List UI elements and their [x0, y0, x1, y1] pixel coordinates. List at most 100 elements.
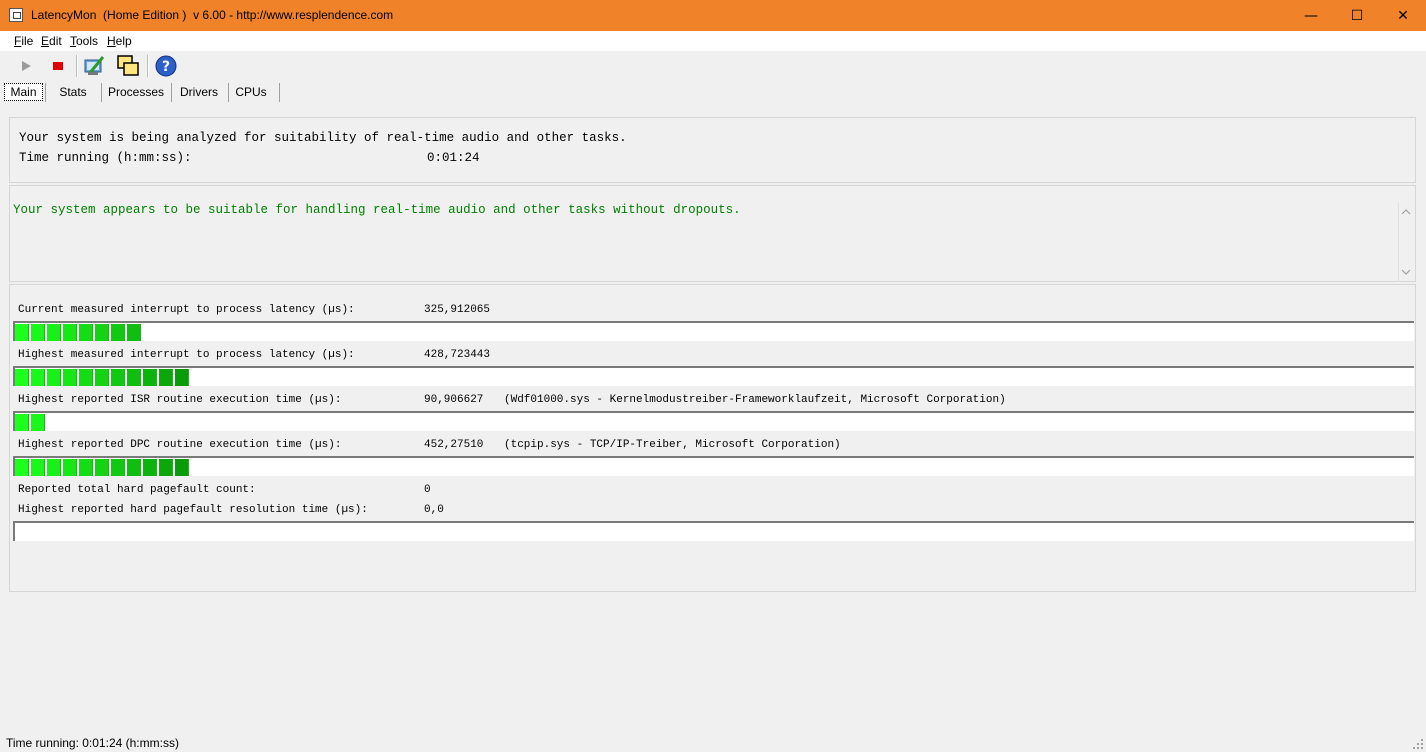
pagefault-count-label: Reported total hard pagefault count:: [18, 484, 256, 496]
scroll-up-icon: [1401, 209, 1411, 215]
level-segment: [127, 324, 141, 341]
help-icon: ?: [155, 55, 177, 77]
analyzing-text: Your system is being analyzed for suitab…: [19, 131, 627, 145]
level-segment: [143, 459, 157, 476]
level-segment: [159, 369, 173, 386]
maximize-button[interactable]: ☐: [1334, 0, 1380, 31]
level-segment: [159, 459, 173, 476]
level-segment: [111, 324, 125, 341]
metric-value: 452,27510: [424, 439, 484, 451]
metric-label: Current measured interrupt to process la…: [18, 304, 355, 316]
tab-drivers-label: Drivers: [180, 85, 218, 99]
tab-main[interactable]: Main: [4, 83, 43, 101]
level-segment: [63, 459, 77, 476]
level-segment: [31, 414, 45, 431]
level-segment: [31, 459, 45, 476]
level-segment: [79, 369, 93, 386]
tab-drivers[interactable]: Drivers: [176, 83, 222, 101]
level-segment: [79, 324, 93, 341]
metric-label: Highest measured interrupt to process la…: [18, 349, 355, 361]
level-segment: [15, 369, 29, 386]
metric-value: 428,723443: [424, 349, 491, 361]
tab-stats[interactable]: Stats: [52, 83, 94, 101]
svg-text:?: ?: [162, 59, 170, 75]
latency-bar: [13, 366, 1414, 386]
tab-main-label: Main: [10, 85, 37, 99]
metric-value: 90,906627: [424, 394, 484, 406]
status-bar: Time running: 0:01:24 (h:mm:ss): [0, 733, 1426, 752]
stop-button[interactable]: [46, 54, 70, 78]
menu-file[interactable]: File: [14, 34, 33, 48]
level-segment: [175, 459, 189, 476]
time-running-value: 0:01:24: [427, 151, 480, 165]
metrics-panel: Current measured interrupt to process la…: [9, 284, 1416, 592]
level-segment: [63, 324, 77, 341]
minimize-button[interactable]: —: [1288, 0, 1334, 31]
window-title: LatencyMon (Home Edition ) v 6.00 - http…: [31, 8, 394, 22]
play-icon: [22, 61, 31, 71]
level-segment: [15, 414, 29, 431]
status-text: Time running: 0:01:24 (h:mm:ss): [6, 736, 179, 750]
level-segment: [143, 369, 157, 386]
level-segment: [95, 369, 109, 386]
level-segment: [79, 459, 93, 476]
verdict-text: Your system appears to be suitable for h…: [13, 203, 741, 217]
level-segment: [111, 369, 125, 386]
menu-tools[interactable]: Tools: [70, 34, 98, 48]
resize-grip-icon[interactable]: [1412, 738, 1424, 750]
level-segment: [31, 369, 45, 386]
level-segment: [63, 369, 77, 386]
level-segment: [47, 369, 61, 386]
metric-detail: (tcpip.sys - TCP/IP-Treiber, Microsoft C…: [504, 439, 841, 451]
pagefault-count-value: 0: [424, 484, 431, 496]
level-segment: [47, 324, 61, 341]
toolbar: ?: [0, 51, 1426, 81]
help-button[interactable]: ?: [154, 54, 178, 78]
verdict-scrollbar[interactable]: [1398, 202, 1413, 282]
tab-processes-label: Processes: [107, 85, 165, 99]
windows-icon: [117, 55, 139, 76]
analysis-info-panel: Your system is being analyzed for suitab…: [9, 117, 1416, 183]
metric-label: Highest reported DPC routine execution t…: [18, 439, 342, 451]
tab-stats-label: Stats: [59, 85, 87, 99]
analyze-button[interactable]: [83, 54, 107, 78]
analyze-icon: [84, 56, 105, 75]
level-segment: [95, 459, 109, 476]
level-segment: [127, 369, 141, 386]
pagefault-bar: [13, 521, 1414, 541]
pagefault-resolution-value: 0,0: [424, 504, 444, 516]
pagefault-resolution-label: Highest reported hard pagefault resoluti…: [18, 504, 368, 516]
app-icon: [9, 8, 23, 22]
time-running-label: Time running (h:mm:ss):: [19, 151, 192, 165]
start-button[interactable]: [14, 54, 38, 78]
tab-strip: Main Stats Processes Drivers CPUs: [0, 81, 1426, 103]
metric-label: Highest reported ISR routine execution t…: [18, 394, 342, 406]
metric-detail: (Wdf01000.sys - Kernelmodustreiber-Frame…: [504, 394, 1006, 406]
windows-button[interactable]: [116, 54, 140, 78]
stop-icon: [53, 62, 63, 70]
level-segment: [31, 324, 45, 341]
menu-bar: File Edit Tools Help: [0, 31, 1426, 51]
level-segment: [127, 459, 141, 476]
tab-cpus-label: CPUs: [235, 85, 267, 99]
title-bar: LatencyMon (Home Edition ) v 6.00 - http…: [0, 0, 1426, 31]
close-icon: ✕: [1397, 7, 1409, 24]
level-segment: [95, 324, 109, 341]
menu-help[interactable]: Help: [107, 34, 132, 48]
latency-bar: [13, 456, 1414, 476]
level-segment: [47, 459, 61, 476]
level-segment: [15, 324, 29, 341]
latency-bar: [13, 321, 1414, 341]
level-segment: [175, 369, 189, 386]
tab-cpus[interactable]: CPUs: [232, 83, 270, 101]
metric-value: 325,912065: [424, 304, 491, 316]
latency-bar: [13, 411, 1414, 431]
verdict-panel: Your system appears to be suitable for h…: [9, 185, 1416, 282]
level-segment: [15, 459, 29, 476]
scroll-down-icon: [1401, 269, 1411, 275]
maximize-icon: ☐: [1350, 7, 1364, 24]
close-button[interactable]: ✕: [1380, 0, 1426, 31]
level-segment: [111, 459, 125, 476]
tab-processes[interactable]: Processes: [106, 83, 166, 101]
menu-edit[interactable]: Edit: [41, 34, 62, 48]
